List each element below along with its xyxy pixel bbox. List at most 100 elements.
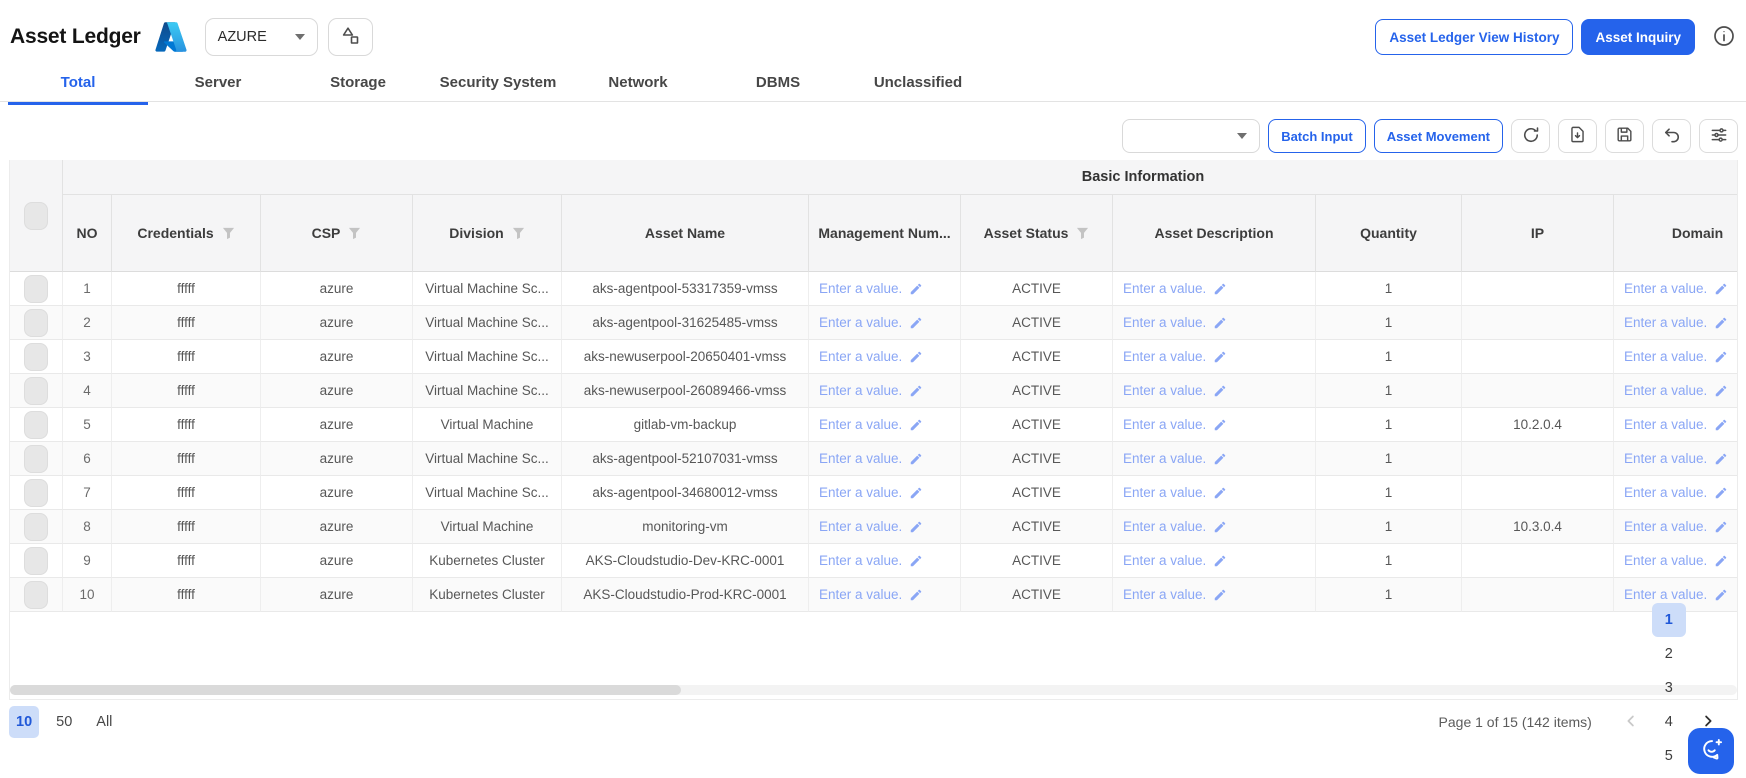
page-size-50[interactable]: 50 [49, 706, 79, 738]
cell-management-number[interactable]: Enter a value. [809, 408, 961, 442]
edit-pencil-icon[interactable] [1213, 520, 1227, 534]
column-settings-button[interactable] [1699, 119, 1738, 153]
edit-pencil-icon[interactable] [1714, 486, 1728, 500]
edit-pencil-icon[interactable] [1213, 588, 1227, 602]
enter-value-link[interactable]: Enter a value. [1624, 349, 1707, 364]
cell-domain[interactable]: Enter a value. [1614, 510, 1738, 544]
edit-pencil-icon[interactable] [1213, 350, 1227, 364]
filter-icon[interactable] [1076, 227, 1089, 240]
enter-value-link[interactable]: Enter a value. [1123, 349, 1206, 364]
enter-value-link[interactable]: Enter a value. [819, 349, 902, 364]
page-button-4[interactable]: 4 [1652, 705, 1686, 739]
undo-button[interactable] [1652, 119, 1691, 153]
tab-total[interactable]: Total [8, 62, 148, 102]
cell-asset-description[interactable]: Enter a value. [1113, 476, 1316, 510]
cell-asset-description[interactable]: Enter a value. [1113, 374, 1316, 408]
edit-pencil-icon[interactable] [909, 418, 923, 432]
edit-pencil-icon[interactable] [909, 452, 923, 466]
asset-movement-button[interactable]: Asset Movement [1374, 119, 1503, 153]
cell-management-number[interactable]: Enter a value. [809, 442, 961, 476]
toolbar-select[interactable] [1122, 119, 1260, 153]
enter-value-link[interactable]: Enter a value. [1624, 485, 1707, 500]
column-header-asset-status[interactable]: Asset Status [961, 195, 1113, 272]
enter-value-link[interactable]: Enter a value. [1624, 553, 1707, 568]
cell-domain[interactable]: Enter a value. [1614, 340, 1738, 374]
cell-asset-description[interactable]: Enter a value. [1113, 408, 1316, 442]
horizontal-scrollbar[interactable] [10, 685, 1737, 695]
edit-pencil-icon[interactable] [909, 282, 923, 296]
page-button-1[interactable]: 1 [1652, 603, 1686, 637]
enter-value-link[interactable]: Enter a value. [1123, 281, 1206, 296]
enter-value-link[interactable]: Enter a value. [1123, 587, 1206, 602]
cell-management-number[interactable]: Enter a value. [809, 510, 961, 544]
enter-value-link[interactable]: Enter a value. [1624, 383, 1707, 398]
asset-inquiry-button[interactable]: Asset Inquiry [1581, 19, 1695, 55]
enter-value-link[interactable]: Enter a value. [1624, 587, 1707, 602]
enter-value-link[interactable]: Enter a value. [1624, 451, 1707, 466]
enter-value-link[interactable]: Enter a value. [1624, 519, 1707, 534]
edit-pencil-icon[interactable] [1213, 486, 1227, 500]
edit-pencil-icon[interactable] [1213, 282, 1227, 296]
edit-pencil-icon[interactable] [1714, 282, 1728, 296]
resource-group-button[interactable] [328, 18, 373, 56]
row-checkbox[interactable] [24, 479, 48, 507]
edit-pencil-icon[interactable] [1714, 554, 1728, 568]
row-checkbox[interactable] [24, 445, 48, 473]
cell-asset-description[interactable]: Enter a value. [1113, 578, 1316, 612]
edit-pencil-icon[interactable] [1714, 316, 1728, 330]
edit-pencil-icon[interactable] [909, 520, 923, 534]
cell-domain[interactable]: Enter a value. [1614, 272, 1738, 306]
cell-domain[interactable]: Enter a value. [1614, 374, 1738, 408]
save-button[interactable] [1605, 119, 1644, 153]
edit-pencil-icon[interactable] [1213, 554, 1227, 568]
enter-value-link[interactable]: Enter a value. [819, 281, 902, 296]
cell-management-number[interactable]: Enter a value. [809, 544, 961, 578]
row-checkbox[interactable] [24, 275, 48, 303]
row-checkbox[interactable] [24, 309, 48, 337]
cell-asset-description[interactable]: Enter a value. [1113, 306, 1316, 340]
edit-pencil-icon[interactable] [909, 350, 923, 364]
tab-storage[interactable]: Storage [288, 62, 428, 102]
page-button-2[interactable]: 2 [1652, 637, 1686, 671]
tab-security-system[interactable]: Security System [428, 62, 568, 102]
filter-icon[interactable] [222, 227, 235, 240]
cell-domain[interactable]: Enter a value. [1614, 544, 1738, 578]
row-checkbox[interactable] [24, 547, 48, 575]
enter-value-link[interactable]: Enter a value. [819, 315, 902, 330]
view-history-button[interactable]: Asset Ledger View History [1375, 19, 1573, 55]
page-size-10[interactable]: 10 [9, 706, 39, 738]
select-all-checkbox[interactable] [24, 202, 48, 230]
edit-pencil-icon[interactable] [909, 316, 923, 330]
enter-value-link[interactable]: Enter a value. [819, 485, 902, 500]
batch-input-button[interactable]: Batch Input [1268, 119, 1366, 153]
edit-pencil-icon[interactable] [909, 384, 923, 398]
column-header-credentials[interactable]: Credentials [112, 195, 261, 272]
edit-pencil-icon[interactable] [1714, 418, 1728, 432]
row-checkbox[interactable] [24, 343, 48, 371]
enter-value-link[interactable]: Enter a value. [819, 587, 902, 602]
page-button-3[interactable]: 3 [1652, 671, 1686, 705]
edit-pencil-icon[interactable] [909, 554, 923, 568]
edit-pencil-icon[interactable] [1714, 520, 1728, 534]
edit-pencil-icon[interactable] [909, 486, 923, 500]
enter-value-link[interactable]: Enter a value. [819, 417, 902, 432]
cell-management-number[interactable]: Enter a value. [809, 578, 961, 612]
cell-management-number[interactable]: Enter a value. [809, 340, 961, 374]
edit-pencil-icon[interactable] [1714, 350, 1728, 364]
tab-dbms[interactable]: DBMS [708, 62, 848, 102]
filter-icon[interactable] [512, 227, 525, 240]
column-header-division[interactable]: Division [413, 195, 562, 272]
cell-asset-description[interactable]: Enter a value. [1113, 340, 1316, 374]
page-button-5[interactable]: 5 [1652, 739, 1686, 773]
cell-management-number[interactable]: Enter a value. [809, 476, 961, 510]
cell-asset-description[interactable]: Enter a value. [1113, 510, 1316, 544]
edit-pencil-icon[interactable] [1714, 588, 1728, 602]
edit-pencil-icon[interactable] [1714, 384, 1728, 398]
column-header-csp[interactable]: CSP [261, 195, 413, 272]
enter-value-link[interactable]: Enter a value. [1624, 315, 1707, 330]
cell-domain[interactable]: Enter a value. [1614, 476, 1738, 510]
row-checkbox[interactable] [24, 411, 48, 439]
scrollbar-thumb[interactable] [10, 685, 681, 695]
chat-fab-button[interactable] [1688, 728, 1734, 774]
cell-asset-description[interactable]: Enter a value. [1113, 442, 1316, 476]
